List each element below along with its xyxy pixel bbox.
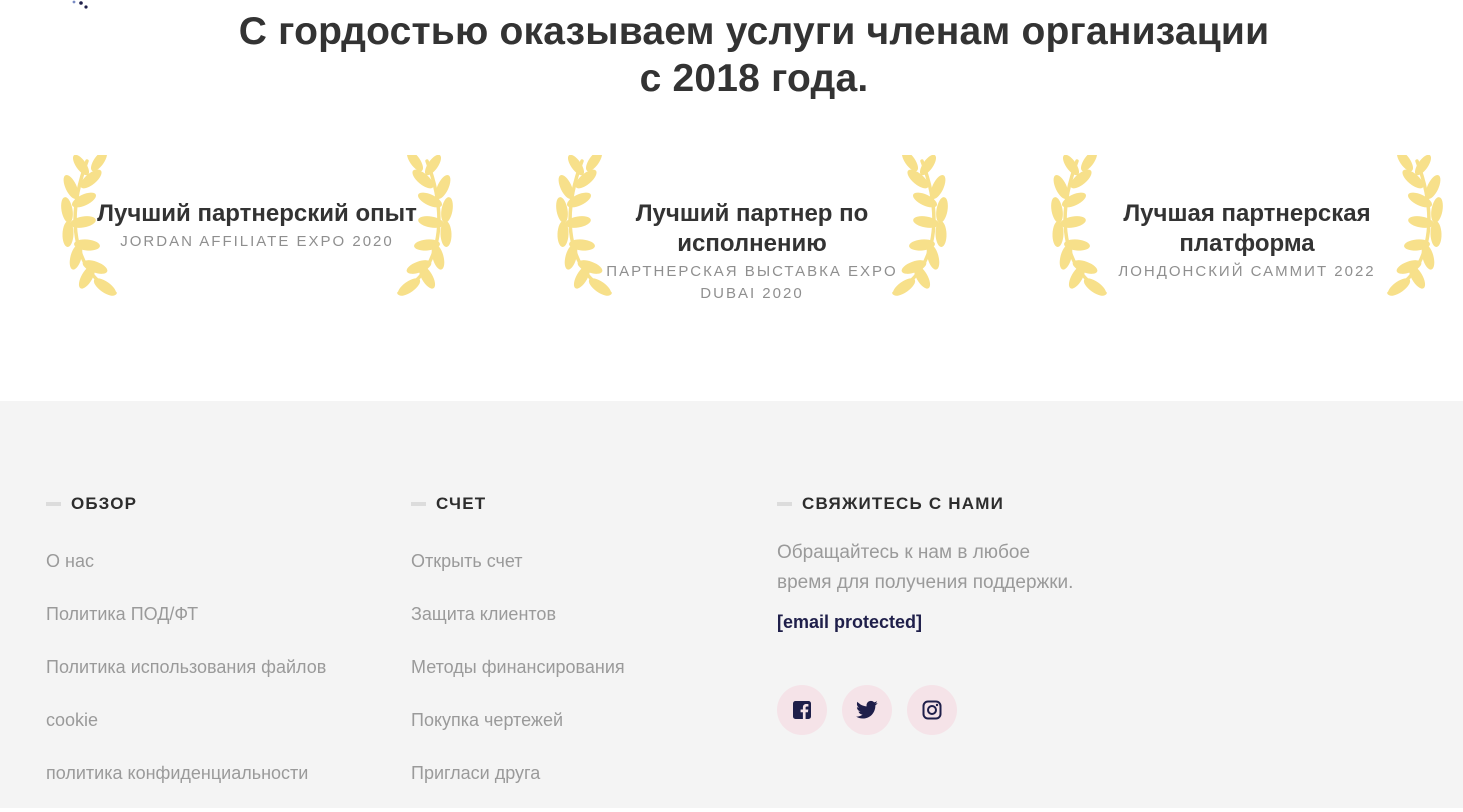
contact-text-line1: Обращайтесь к нам в любое [777,542,1031,563]
footer-link-aml-policy[interactable]: Политика ПОД/ФТ [46,604,198,624]
footer-heading-label: СВЯЖИТЕСЬ С НАМИ [802,494,1005,513]
footer-link-open-account[interactable]: Открыть счет [411,551,523,571]
page-title-line2: с 2018 года. [639,57,869,100]
contact-text-line2: время для получения поддержки. [777,572,1074,593]
instagram-icon [922,700,942,720]
facebook-icon [793,701,811,719]
award-event: ПАРТНЕРСКАЯ ВЫСТАВКА EXPO DUBAI 2020 [606,263,898,302]
footer-link-buy-drawings[interactable]: Покупка чертежей [411,710,563,730]
footer-link-client-protection[interactable]: Защита клиентов [411,604,556,624]
contact-email-link[interactable]: [email protected] [777,612,922,633]
award-title: Лучший партнер по исполнению [635,200,869,257]
award-event: JORDAN AFFILIATE EXPO 2020 [120,233,394,250]
award-title: Лучший партнерский опыт [97,200,417,227]
footer-link-about[interactable]: О нас [46,551,94,571]
footer-heading-label: СЧЕТ [436,494,487,513]
facebook-button[interactable] [777,685,827,735]
footer-link-cookie[interactable]: cookie [46,710,98,730]
award-card: Лучшая партнерская платформа ЛОНДОНСКИЙ … [1047,155,1447,305]
footer-col-overview: ОБЗОР О нас Политика ПОД/ФТ Политика исп… [46,494,326,783]
heading-dash [411,502,426,506]
twitter-button[interactable] [842,685,892,735]
footer-heading: СЧЕТ [411,494,486,514]
instagram-button[interactable] [907,685,957,735]
footer-col-contact: СВЯЖИТЕСЬ С НАМИ Обращайтесь к нам в люб… [777,494,1197,754]
footer-link-privacy-policy[interactable]: политика конфиденциальности [46,763,308,783]
footer-link-files-policy[interactable]: Политика использования файлов [46,657,326,677]
footer-link-invite-friend[interactable]: Пригласи друга [411,763,540,783]
award-card: Лучший партнер по исполнению ПАРТНЕРСКАЯ… [552,155,952,305]
heading-dash [46,502,61,506]
footer-links: Открыть счет Защита клиентов Методы фина… [411,547,625,812]
site-footer: ОБЗОР О нас Политика ПОД/ФТ Политика исп… [0,401,1463,808]
award-event: ЛОНДОНСКИЙ САММИТ 2022 [1118,263,1376,280]
page-title: С гордостью оказываем услуги членам орга… [0,8,1463,102]
twitter-icon [856,700,878,719]
footer-heading: СВЯЖИТЕСЬ С НАМИ [777,494,1197,514]
footer-col-account: СЧЕТ Открыть счет Защита клиентов Методы… [411,494,625,783]
contact-description: Обращайтесь к нам в любое время для полу… [777,538,1117,598]
award-title: Лучшая партнерская платформа [1123,200,1371,257]
heading-dash [777,502,792,506]
page-title-line1: С гордостью оказываем услуги членам орга… [238,10,1270,53]
footer-links: О нас Политика ПОД/ФТ Политика использов… [46,547,326,812]
award-card: Лучший партнерский опыт JORDAN AFFILIATE… [57,155,457,305]
social-links [777,685,957,735]
footer-heading: ОБЗОР [46,494,137,514]
footer-heading-label: ОБЗОР [71,494,138,513]
footer-link-funding-methods[interactable]: Методы финансирования [411,657,625,677]
